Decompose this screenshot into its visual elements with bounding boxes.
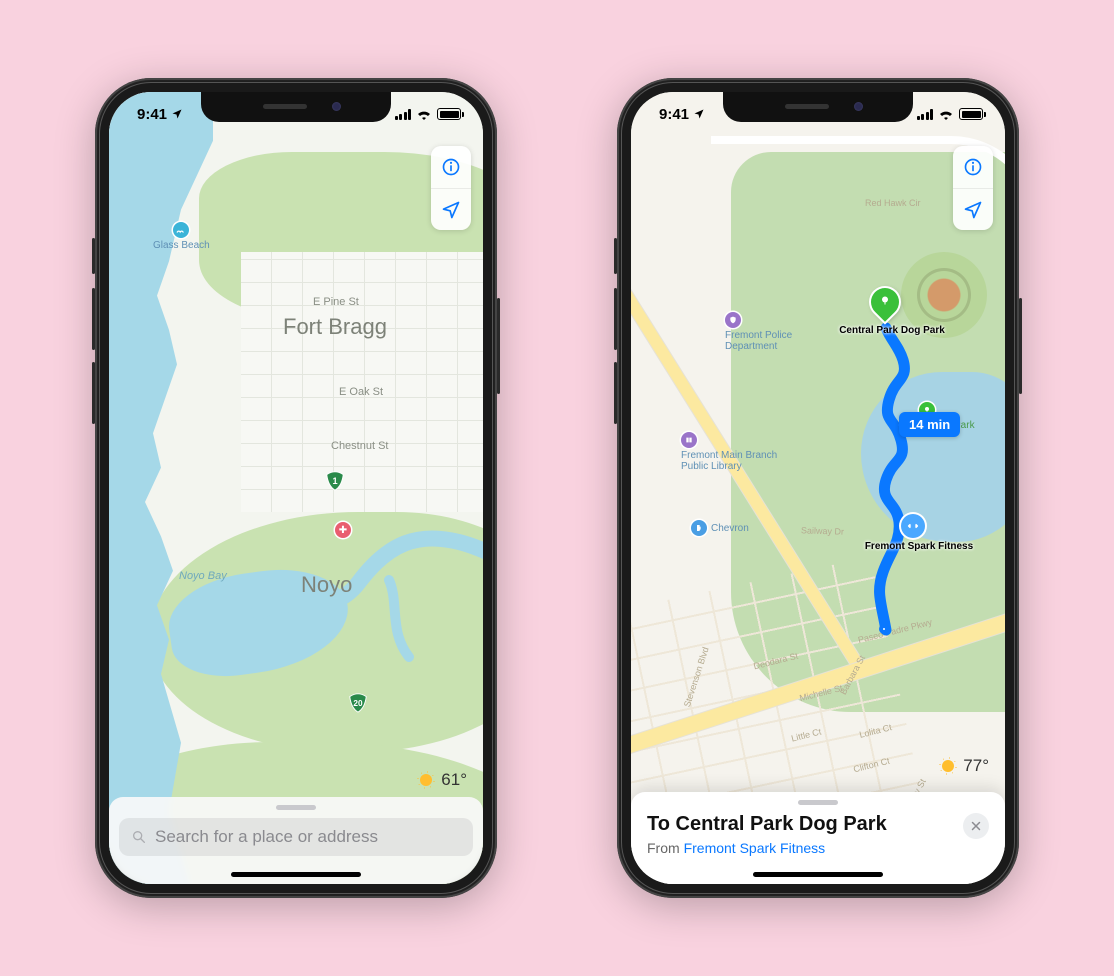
route-origin-dot	[879, 624, 889, 634]
power-button	[1019, 298, 1022, 394]
status-time: 9:41	[659, 106, 689, 123]
poi-fitness[interactable]: Fremont Spark Fitness	[859, 542, 979, 553]
svg-text:1: 1	[332, 476, 337, 486]
volume-up	[92, 288, 95, 350]
phone-left: 9:41	[95, 78, 497, 898]
poi-label: Glass Beach	[153, 240, 210, 251]
mute-switch	[614, 238, 617, 274]
screen: 9:41	[109, 92, 483, 884]
wifi-icon	[416, 108, 432, 120]
directions-title: To Central Park Dog Park	[647, 813, 887, 836]
origin-label: Fremont Spark Fitness	[865, 542, 973, 553]
battery-icon	[959, 108, 983, 120]
poi-police[interactable]: Fremont Police Department	[725, 312, 815, 352]
sun-icon	[939, 757, 957, 775]
volume-up	[614, 288, 617, 350]
power-button	[497, 298, 500, 394]
volume-down	[614, 362, 617, 424]
location-icon	[171, 108, 183, 120]
poi-dog-park[interactable]: Central Park Dog Park	[837, 326, 947, 337]
close-icon	[970, 820, 982, 832]
hospital-icon: ✚	[335, 522, 351, 538]
directions-from: From Fremont Spark Fitness	[647, 840, 887, 856]
close-button[interactable]	[963, 813, 989, 839]
library-icon	[681, 432, 697, 448]
locate-button[interactable]	[431, 188, 471, 230]
screen: 9:41	[631, 92, 1005, 884]
police-icon	[725, 312, 741, 328]
battery-icon	[437, 108, 461, 120]
mute-switch	[92, 238, 95, 274]
search-sheet[interactable]: Search for a place or address	[109, 797, 483, 884]
temperature: 61°	[441, 770, 467, 790]
street-label: E Pine St	[313, 296, 359, 308]
notch	[723, 92, 913, 122]
map-controls	[431, 146, 471, 230]
search-input[interactable]: Search for a place or address	[119, 818, 473, 856]
notch	[201, 92, 391, 122]
cellular-icon	[917, 109, 934, 120]
street-label: E Oak St	[339, 386, 383, 398]
cellular-icon	[395, 109, 412, 120]
phone-right: 9:41	[617, 78, 1019, 898]
from-link[interactable]: Fremont Spark Fitness	[684, 840, 826, 856]
map-controls	[953, 146, 993, 230]
street-label: Chestnut St	[331, 440, 388, 452]
directions-sheet[interactable]: To Central Park Dog Park From Fremont Sp…	[631, 792, 1005, 884]
highway-shield-20: 20	[347, 692, 369, 714]
route-time-badge[interactable]: 14 min	[899, 412, 960, 437]
map-canvas[interactable]: Fort Bragg Noyo E Pine St E Oak St Chest…	[109, 92, 483, 884]
route-time: 14 min	[909, 417, 950, 432]
home-indicator[interactable]	[753, 872, 883, 877]
search-icon	[131, 829, 147, 845]
poi-hospital[interactable]: ✚	[335, 522, 351, 538]
bay-label: Noyo Bay	[179, 570, 227, 582]
poi-label: Fremont Main Branch Public Library	[681, 450, 781, 472]
info-button[interactable]	[431, 146, 471, 188]
arrows-icon	[907, 520, 919, 532]
poi-library[interactable]: Fremont Main Branch Public Library	[681, 432, 781, 472]
poi-glass-beach[interactable]: Glass Beach	[153, 222, 210, 251]
info-button[interactable]	[953, 146, 993, 188]
sheet-grabber[interactable]	[276, 805, 316, 810]
poi-chevron[interactable]: Chevron	[691, 520, 749, 536]
tree-icon	[879, 294, 891, 310]
sun-icon	[417, 771, 435, 789]
volume-down	[92, 362, 95, 424]
locate-button[interactable]	[953, 188, 993, 230]
weather-widget[interactable]: 61°	[417, 770, 467, 790]
city-label: Fort Bragg	[283, 314, 387, 340]
dest-label: Central Park Dog Park	[839, 326, 945, 337]
wave-icon	[173, 222, 189, 238]
origin-pin[interactable]	[901, 514, 925, 538]
sheet-grabber[interactable]	[798, 800, 838, 805]
highway-shield-1: 1	[324, 470, 346, 492]
wifi-icon	[938, 108, 954, 120]
location-icon	[693, 108, 705, 120]
town-label: Noyo	[301, 572, 352, 598]
gas-icon	[691, 520, 707, 536]
poi-label: Fremont Police Department	[725, 330, 815, 352]
poi-label: Chevron	[711, 523, 749, 534]
from-prefix: From	[647, 840, 684, 856]
temperature: 77°	[963, 756, 989, 776]
weather-widget[interactable]: 77°	[939, 756, 989, 776]
search-placeholder: Search for a place or address	[155, 827, 378, 847]
home-indicator[interactable]	[231, 872, 361, 877]
street-label: Red Hawk Cir	[865, 198, 921, 208]
svg-text:20: 20	[353, 699, 363, 708]
status-time: 9:41	[137, 106, 167, 123]
street-label: Sailway Dr	[801, 525, 844, 536]
